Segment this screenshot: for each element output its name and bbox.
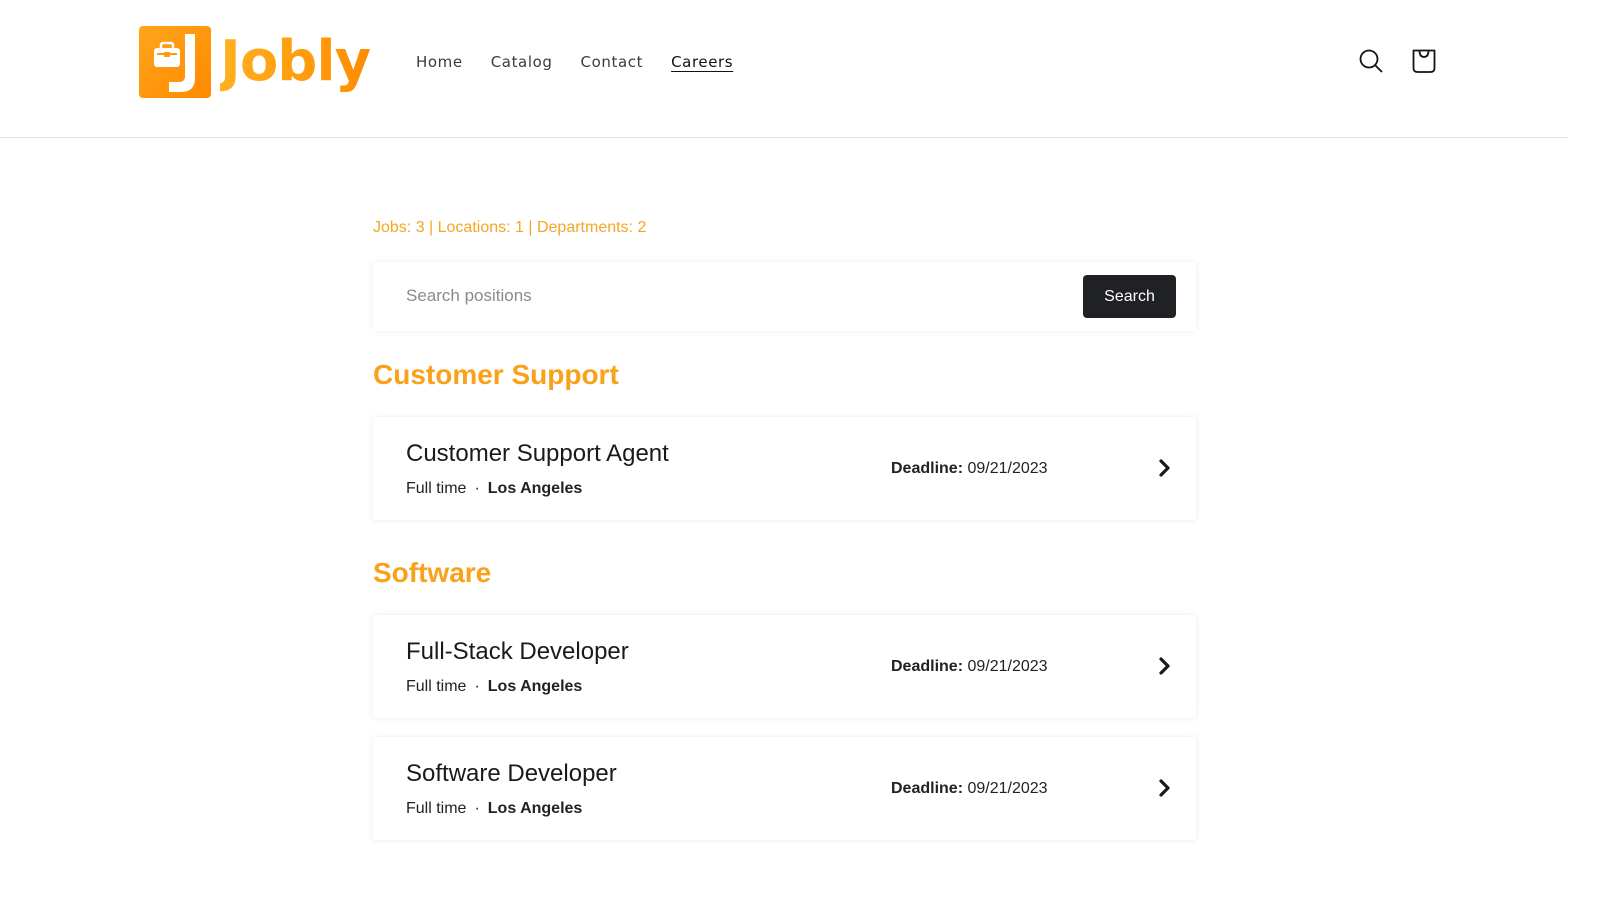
deadline-label: Deadline: [891, 658, 964, 675]
job-location: Los Angeles [487, 678, 583, 695]
chevron-right-icon[interactable] [1156, 778, 1174, 798]
job-meta: Full time · Los Angeles [406, 800, 582, 818]
logo-mark-icon [139, 26, 211, 98]
separator-dot: · [474, 480, 480, 497]
logo[interactable]: Jobly [139, 26, 371, 98]
shopping-bag-icon [1412, 49, 1436, 73]
job-location: Los Angeles [487, 800, 583, 817]
job-title: Software Developer [406, 760, 617, 787]
deadline-label: Deadline: [891, 460, 964, 477]
search-icon [1359, 49, 1383, 73]
main-nav: Home Catalog Contact Careers [416, 50, 733, 74]
chevron-right-icon[interactable] [1156, 656, 1174, 676]
site-header: Jobly Home Catalog Contact Careers [0, 0, 1568, 138]
job-card[interactable]: Customer Support Agent Full time · Los Ang… [373, 417, 1196, 520]
cart-button[interactable] [1407, 44, 1441, 78]
deadline-value: 09/21/2023 [967, 460, 1048, 477]
job-meta: Full time · Los Angeles [406, 480, 582, 498]
search-positions-input[interactable] [395, 276, 1075, 316]
job-deadline: Deadline: 09/21/2023 [891, 658, 1048, 676]
nav-careers[interactable]: Careers [671, 50, 733, 74]
job-card[interactable]: Full-Stack Developer Full time · Los Angel… [373, 615, 1196, 718]
department-heading: Software [373, 557, 492, 588]
job-type: Full time [406, 800, 467, 817]
deadline-value: 09/21/2023 [967, 780, 1048, 797]
department-heading: Customer Support [373, 359, 619, 390]
careers-stats: Jobs: 3 | Locations: 1 | Departments: 2 [373, 219, 647, 236]
brand-name: Jobly [220, 26, 371, 98]
job-location: Los Angeles [487, 480, 583, 497]
job-title: Full-Stack Developer [406, 638, 629, 665]
job-deadline: Deadline: 09/21/2023 [891, 460, 1048, 478]
job-deadline: Deadline: 09/21/2023 [891, 780, 1048, 798]
chevron-right-icon[interactable] [1156, 458, 1174, 478]
header-search-button[interactable] [1354, 44, 1388, 78]
job-card[interactable]: Software Developer Full time · Los Angeles… [373, 737, 1196, 840]
nav-home[interactable]: Home [416, 50, 463, 74]
nav-contact[interactable]: Contact [581, 50, 644, 74]
job-meta: Full time · Los Angeles [406, 678, 582, 696]
search-bar: Search [373, 262, 1196, 331]
deadline-value: 09/21/2023 [967, 658, 1048, 675]
job-title: Customer Support Agent [406, 440, 669, 467]
job-type: Full time [406, 480, 467, 497]
separator-dot: · [474, 800, 480, 817]
job-type: Full time [406, 678, 467, 695]
search-button[interactable]: Search [1083, 275, 1176, 318]
deadline-label: Deadline: [891, 780, 964, 797]
separator-dot: · [474, 678, 480, 695]
nav-catalog[interactable]: Catalog [491, 50, 553, 74]
